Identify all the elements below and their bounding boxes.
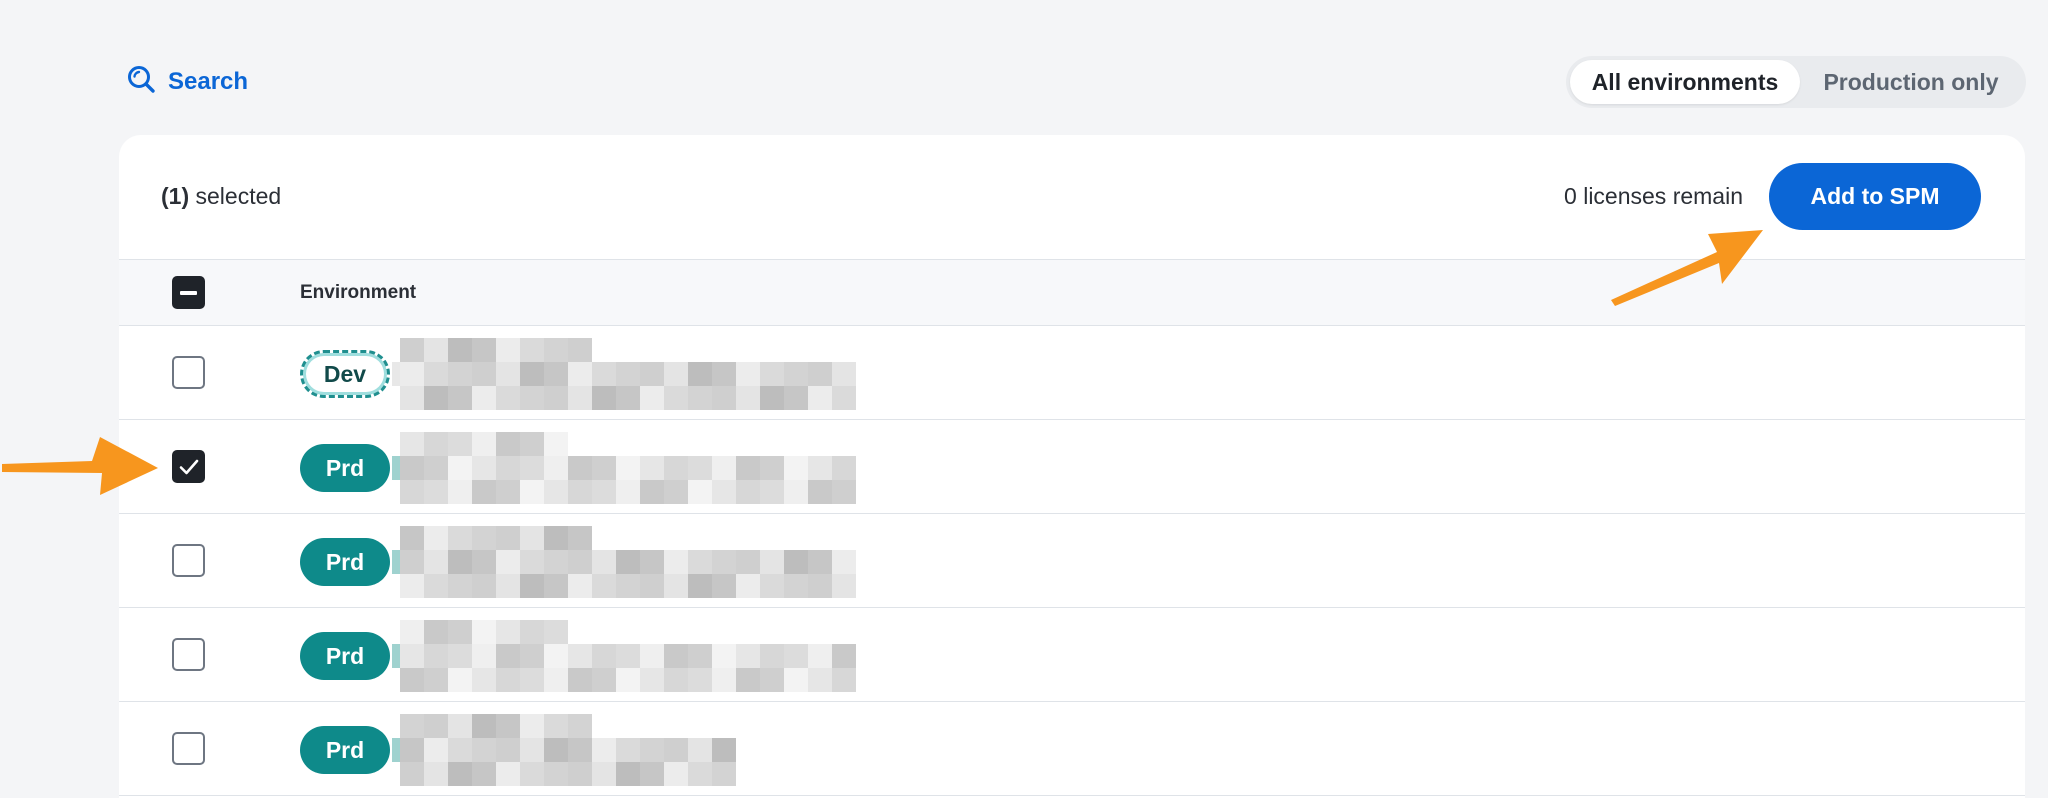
redacted-name	[392, 432, 989, 510]
selected-number: (1)	[161, 183, 190, 209]
table-row[interactable]: Prd	[119, 608, 2025, 702]
select-all-checkbox[interactable]	[172, 276, 205, 309]
tab-all-environments[interactable]: All environments	[1570, 60, 1800, 104]
search-icon	[126, 64, 156, 101]
tab-production-only[interactable]: Production only	[1800, 60, 2022, 104]
redacted-name	[392, 714, 989, 792]
table-header: Environment	[119, 260, 2025, 326]
redacted-name	[392, 620, 989, 698]
environment-badge: Prd	[300, 726, 390, 774]
table-row[interactable]: Prd	[119, 514, 2025, 608]
page: Search All environments Production only …	[0, 0, 2048, 798]
search-link[interactable]: Search	[126, 64, 248, 100]
redacted-name	[392, 338, 989, 416]
card-header: (1) selected 0 licenses remain Add to SP…	[119, 135, 2025, 260]
table-row[interactable]: Dev	[119, 326, 2025, 420]
add-to-spm-button[interactable]: Add to SPM	[1769, 163, 1981, 230]
row-checkbox[interactable]	[172, 544, 205, 577]
environment-filter-toggle: All environments Production only	[1566, 56, 2026, 108]
environment-badge: Prd	[300, 632, 390, 680]
row-checkbox[interactable]	[172, 638, 205, 671]
redacted-name	[392, 526, 989, 604]
column-header-environment: Environment	[300, 282, 417, 303]
table-body: Dev Prd Prd Prd Prd	[119, 326, 2025, 796]
row-checkbox-checked[interactable]	[172, 450, 205, 483]
licenses-remaining: 0 licenses remain	[1564, 183, 1743, 209]
selected-count: (1) selected	[161, 183, 281, 210]
checkmark-icon	[179, 459, 198, 474]
row-checkbox[interactable]	[172, 356, 205, 389]
environment-badge: Prd	[300, 538, 390, 586]
environment-badge: Prd	[300, 444, 390, 492]
environments-card: (1) selected 0 licenses remain Add to SP…	[119, 135, 2025, 798]
table-row[interactable]: Prd	[119, 420, 2025, 514]
selected-suffix: selected	[189, 183, 282, 209]
table-row[interactable]: Prd	[119, 702, 2025, 796]
search-label: Search	[168, 68, 249, 95]
row-checkbox[interactable]	[172, 732, 205, 765]
environment-badge: Dev	[300, 350, 390, 398]
